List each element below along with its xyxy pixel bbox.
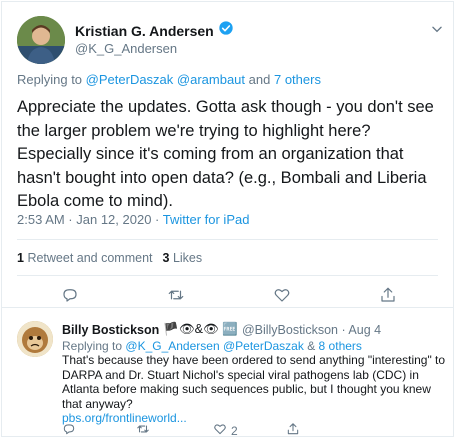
author-handle[interactable]: @BillyBostickson · Aug 4 xyxy=(242,323,381,337)
like-button[interactable]: 2 xyxy=(213,422,238,439)
like-stat[interactable]: 3 Likes xyxy=(163,251,203,265)
display-name[interactable]: Billy Bostickson xyxy=(62,323,159,337)
source-link[interactable]: Twitter for iPad xyxy=(163,212,250,227)
tweet-actions xyxy=(2,285,456,305)
share-icon[interactable] xyxy=(286,422,300,436)
like-count: 2 xyxy=(231,423,238,438)
retweet-icon[interactable] xyxy=(136,422,154,436)
name-emojis: 🏴👁&👁 🆓 xyxy=(163,322,238,336)
chevron-down-icon[interactable] xyxy=(430,22,444,41)
retweet-icon[interactable] xyxy=(166,285,186,305)
tweet-thread-card: Kristian G. Andersen @K_G_Andersen Reply… xyxy=(1,1,456,439)
replying-to: Replying to @K_G_Andersen @PeterDaszak &… xyxy=(62,339,362,353)
reply-tweet[interactable]: Billy Bostickson 🏴👁&👁 🆓 @BillyBostickson… xyxy=(2,309,456,439)
replying-users-link[interactable]: @PeterDaszak @arambaut xyxy=(86,72,245,87)
verified-badge-icon xyxy=(218,20,234,41)
replying-others-link[interactable]: 7 others xyxy=(274,72,321,87)
tweet-text: Appreciate the updates. Gotta ask though… xyxy=(17,98,434,210)
tweet-actions: 2 xyxy=(2,422,456,438)
divider xyxy=(2,307,453,308)
like-icon[interactable] xyxy=(272,285,292,305)
tweet-stats: 1 Retweet and comment 3 Likes xyxy=(17,251,202,265)
author-handle[interactable]: @K_G_Andersen xyxy=(75,41,177,56)
like-icon[interactable] xyxy=(213,422,227,439)
author-name-row: Kristian G. Andersen xyxy=(75,20,234,41)
display-name[interactable]: Kristian G. Andersen xyxy=(75,23,214,39)
tweet-meta: 2:53 AM · Jan 12, 2020 · Twitter for iPa… xyxy=(17,212,249,227)
reply-author-row: Billy Bostickson 🏴👁&👁 🆓 @BillyBostickson… xyxy=(62,322,381,337)
divider xyxy=(17,239,438,240)
avatar[interactable] xyxy=(17,16,65,64)
tweet-text: That's because they have been ordered to… xyxy=(62,353,446,425)
replying-others-link[interactable]: 8 others xyxy=(319,339,362,353)
divider xyxy=(17,275,438,276)
reply-icon[interactable] xyxy=(60,285,80,305)
avatar[interactable] xyxy=(17,321,53,357)
replying-to: Replying to @PeterDaszak @arambaut and 7… xyxy=(17,72,321,87)
replying-users-link[interactable]: @K_G_Andersen @PeterDaszak xyxy=(125,339,303,353)
timestamp[interactable]: 2:53 AM · Jan 12, 2020 · xyxy=(17,212,163,227)
reply-icon[interactable] xyxy=(62,422,76,436)
share-icon[interactable] xyxy=(378,285,398,305)
retweet-stat[interactable]: 1 Retweet and comment xyxy=(17,251,153,265)
